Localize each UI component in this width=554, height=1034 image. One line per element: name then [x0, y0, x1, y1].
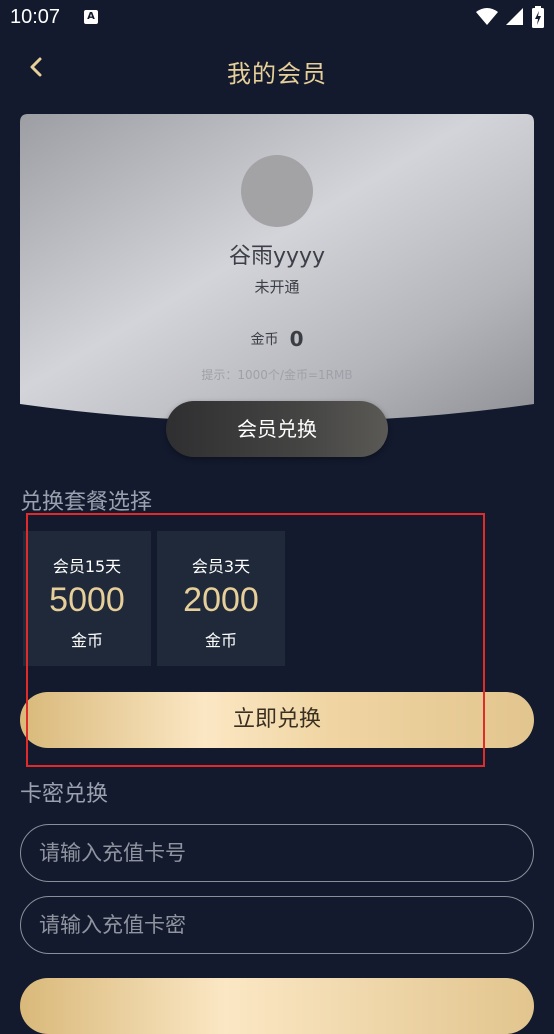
vip-exchange-button[interactable]: 会员兑换 — [166, 401, 388, 457]
plan-price: 5000 — [49, 581, 125, 619]
card-redeem-submit-button[interactable] — [20, 978, 534, 1034]
username: 谷雨yyyy — [228, 244, 326, 269]
wifi-icon — [476, 8, 498, 25]
plan-card-15-days[interactable]: 会员15天 5000 金币 — [23, 531, 151, 666]
avatar[interactable] — [241, 155, 313, 227]
plan-section-title: 兑换套餐选择 — [20, 490, 153, 515]
page-title: 我的会员 — [227, 60, 327, 88]
member-status: 未开通 — [254, 278, 300, 296]
coins-row: 金币 0 — [20, 327, 534, 351]
status-bar: 10:07 — [0, 0, 554, 40]
card-number-input[interactable] — [20, 824, 534, 882]
plan-unit: 金币 — [70, 631, 103, 650]
status-time: 10:07 — [10, 6, 61, 28]
coins-label: 金币 — [250, 332, 279, 348]
plan-name: 会员15天 — [52, 557, 122, 576]
coins-value: 0 — [289, 327, 304, 351]
card-redeem-section-title: 卡密兑换 — [20, 782, 109, 807]
plan-card-3-days[interactable]: 会员3天 2000 金币 — [157, 531, 285, 666]
signal-icon — [506, 8, 523, 25]
plan-price: 2000 — [183, 581, 259, 619]
battery-icon — [532, 6, 544, 28]
plan-name: 会员3天 — [191, 557, 251, 576]
status-icons — [476, 6, 544, 28]
plan-unit: 金币 — [204, 631, 237, 650]
member-card: 谷雨yyyy 未开通 金币 0 提示：1000个/金币=1RMB — [20, 114, 534, 440]
nav-bar: 我的会员 — [0, 40, 554, 96]
card-password-input[interactable] — [20, 896, 534, 954]
exchange-rate-hint: 提示：1000个/金币=1RMB — [201, 368, 353, 382]
redeem-now-button[interactable]: 立即兑换 — [20, 692, 534, 748]
notification-a-icon — [84, 10, 98, 24]
